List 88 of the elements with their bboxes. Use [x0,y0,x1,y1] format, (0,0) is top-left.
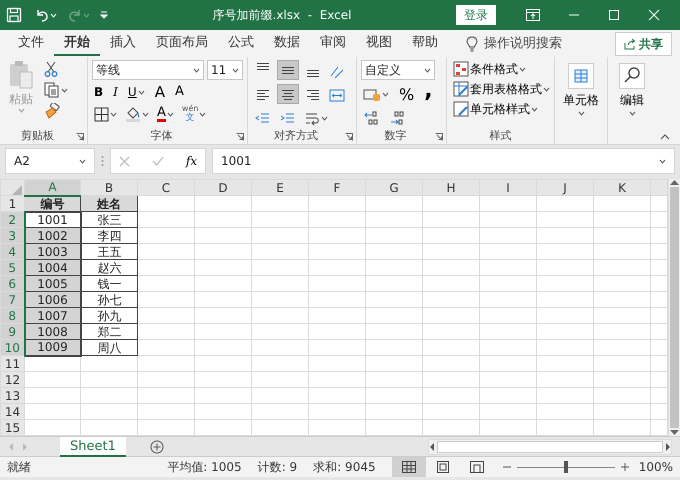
menu-tab[interactable]: 视图 [356,30,402,56]
row-header[interactable]: 11 [0,356,24,372]
table-cell[interactable]: 1001 [24,212,80,228]
menu-tab[interactable]: 插入 [100,30,146,56]
increase-font-size-button[interactable]: A [152,83,167,101]
column-header[interactable]: I [480,180,536,196]
column-header[interactable]: K [594,180,650,196]
percent-style-button[interactable]: % [397,86,416,104]
row-header[interactable]: 3 [0,228,24,244]
column-header[interactable]: B [80,180,138,196]
column-header[interactable]: J [536,180,594,196]
font-size-field[interactable]: 11 [207,60,243,80]
group-label: 样式 [488,128,512,144]
table-cell[interactable]: 1008 [24,324,80,340]
column-header[interactable]: F [308,180,366,196]
table-cell[interactable]: 1007 [24,308,80,324]
insert-function-button[interactable]: fx [184,152,200,170]
decrease-font-size-button[interactable]: A [172,83,186,101]
row-header[interactable]: 4 [0,244,24,260]
window-title: 序号加前缀.xlsx - Excel [212,7,352,24]
row-header[interactable]: 8 [0,308,24,324]
table-cell[interactable]: 郑二 [80,324,138,340]
row-header[interactable]: 14 [0,404,24,420]
table-cell[interactable]: 赵六 [80,260,138,276]
cell-styles-button[interactable]: 单元格样式 [451,100,552,118]
row-header[interactable]: 1 [0,196,24,212]
row-header[interactable]: 15 [0,420,24,436]
column-header[interactable]: E [252,180,308,196]
share-button[interactable]: 共享 [615,32,672,56]
table-cell[interactable]: 王五 [80,244,138,260]
sheet-tab[interactable]: Sheet1 [60,436,126,456]
table-cell[interactable]: 钱一 [80,276,138,292]
row-header[interactable]: 2 [0,212,24,228]
table-cell[interactable]: 孙七 [80,292,138,308]
editing-button[interactable]: 编辑 [612,62,652,117]
zoom-level[interactable]: 100% [638,458,673,476]
comma-style-button[interactable]: , [422,83,435,106]
status-text: 就绪 [7,459,31,476]
menu-tab[interactable]: 公式 [218,30,264,56]
menu-tab[interactable]: 审阅 [310,30,356,56]
status-statistic: 平均值: 1005 [167,459,242,476]
table-cell[interactable]: 1009 [24,340,80,356]
status-statistic: 求和: 9045 [313,459,376,476]
column-header[interactable]: A [24,180,80,196]
table-cell[interactable]: 1003 [24,244,80,260]
table-cell[interactable]: 1002 [24,228,80,244]
number-format-field[interactable]: 自定义 [361,60,435,80]
status-statistic: 计数: 9 [258,459,298,476]
font-name-field[interactable]: 等线 [92,60,204,80]
formula-field[interactable]: 1001 [212,148,675,174]
table-cell[interactable]: 姓名 [80,196,138,212]
font-color-button[interactable]: A [155,105,176,123]
menu-tab[interactable]: 文件 [8,30,54,56]
tell-me-search[interactable]: 操作说明搜索 [484,34,562,54]
group-label: 数字 [384,128,408,144]
sign-in-button[interactable]: 登录 [456,5,496,25]
row-header[interactable]: 6 [0,276,24,292]
name-box[interactable]: A2 [5,148,95,174]
italic-button[interactable]: I [111,83,120,101]
row-header[interactable]: 10 [0,340,24,356]
table-cell[interactable]: 1004 [24,260,80,276]
table-cell[interactable]: 1006 [24,292,80,308]
table-cell[interactable]: 李四 [80,228,138,244]
column-header[interactable]: C [138,180,194,196]
table-cell[interactable]: 1005 [24,276,80,292]
menu-tab[interactable]: 数据 [264,30,310,56]
underline-button[interactable]: U [126,83,147,101]
row-header[interactable]: 9 [0,324,24,340]
phonetic-guide-button[interactable]: wén 文 [180,104,208,124]
format-as-table-button[interactable]: 套用表格格式 [451,80,552,98]
bold-button[interactable]: B [92,83,106,101]
row-header[interactable]: 13 [0,388,24,404]
group-label: 剪贴板 [20,128,55,144]
row-header[interactable]: 7 [0,292,24,308]
group-label: 对齐方式 [273,128,319,144]
table-cell[interactable]: 周八 [80,340,138,356]
column-header[interactable]: D [194,180,252,196]
row-header[interactable]: 12 [0,372,24,388]
table-cell[interactable]: 张三 [80,212,138,228]
group-label: 字体 [150,128,174,144]
cells-button[interactable]: 单元格 [559,62,603,117]
menu-tab[interactable]: 帮助 [402,30,448,56]
menu-tab[interactable]: 页面布局 [146,30,218,56]
row-header[interactable]: 5 [0,260,24,276]
conditional-formatting-button[interactable]: 条件格式 [451,60,552,78]
column-header[interactable]: H [422,180,480,196]
column-header[interactable]: G [366,180,422,196]
table-cell[interactable]: 孙九 [80,308,138,324]
